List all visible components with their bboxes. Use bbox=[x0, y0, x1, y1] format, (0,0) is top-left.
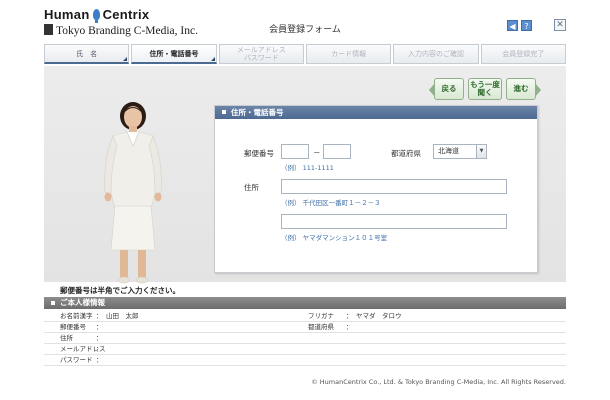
step-tab[interactable]: 入力内容のご確認 bbox=[393, 44, 479, 64]
address-form-panel: 住所・電話番号 郵便番号 － （例） 111-1111 都道府県 北海道 ▼ 住… bbox=[214, 105, 538, 273]
info-value: ヤマダ タロウ bbox=[356, 312, 402, 320]
back-button[interactable]: 戻る bbox=[429, 78, 464, 100]
info-label: 都道府県 bbox=[308, 323, 334, 331]
info-row: メールアドレス： bbox=[44, 344, 566, 355]
next-button[interactable]: 進む bbox=[506, 78, 541, 100]
header: Human Centrix Tokyo Branding C-Media, Inc… bbox=[0, 0, 610, 42]
lightbulb-icon bbox=[92, 9, 100, 23]
postal-code-second-input[interactable] bbox=[323, 144, 351, 159]
info-label: パスワード bbox=[60, 356, 93, 364]
close-icon[interactable]: ✕ bbox=[554, 19, 566, 31]
help-icon[interactable]: ? bbox=[521, 20, 532, 31]
info-colon: ： bbox=[96, 312, 103, 320]
info-row: お名前漢字：山田 太郎 フリガナ：ヤマダ タロウ bbox=[44, 311, 566, 322]
guide-woman-figure bbox=[104, 102, 162, 284]
info-colon: ： bbox=[96, 356, 103, 364]
postal-code-label: 郵便番号 bbox=[244, 149, 274, 158]
postal-code-first-input[interactable] bbox=[281, 144, 309, 159]
customer-info-header: ご本人様情報 bbox=[44, 297, 566, 309]
info-row: 郵便番号 ： 都道府県 ： bbox=[44, 322, 566, 333]
listen-again-button[interactable]: もう一度 聞く bbox=[468, 78, 502, 100]
info-colon: ： bbox=[96, 334, 103, 342]
postal-code-hint: （例） 111-1111 bbox=[281, 164, 334, 172]
speaker-icon[interactable]: ◀ bbox=[507, 20, 518, 31]
step-tab[interactable]: 住所・電話番号 bbox=[131, 44, 217, 64]
address-label: 住所 bbox=[244, 183, 259, 192]
info-row: パスワード： bbox=[44, 355, 566, 366]
step-tab[interactable]: 会員登録完了 bbox=[480, 44, 566, 64]
logo-text-human: Human bbox=[44, 7, 90, 22]
prefecture-label: 都道府県 bbox=[391, 149, 421, 158]
info-colon: ： bbox=[346, 312, 353, 320]
info-label: お名前漢字 bbox=[60, 312, 93, 320]
prefecture-selected-value: 北海道 bbox=[438, 147, 459, 155]
step-navigation: 氏 名住所・電話番号 メールアドレス パスワード カード情報 入力内容のご確認 会員登録… bbox=[44, 44, 566, 64]
info-value: 山田 太郎 bbox=[106, 312, 139, 320]
info-label: フリガナ bbox=[308, 312, 334, 320]
step-tab[interactable]: メールアドレス パスワード bbox=[218, 44, 304, 64]
postal-code-dash: － bbox=[313, 148, 321, 157]
address-line1-hint: （例） 千代田区一番町１－２－３ bbox=[281, 199, 381, 207]
logo-text-centrix: Centrix bbox=[102, 7, 150, 22]
info-colon: ： bbox=[96, 345, 103, 353]
address-line2-hint: （例） ヤマダマンション１０１号室 bbox=[281, 234, 388, 242]
step-tab[interactable]: カード情報 bbox=[305, 44, 392, 64]
chevron-down-icon: ▼ bbox=[476, 145, 486, 158]
logo-humancentrix: Human Centrix bbox=[44, 7, 150, 23]
info-row: 住所 ： bbox=[44, 333, 566, 344]
instruction-message: 郵便番号は半角でご入力ください。 bbox=[60, 286, 180, 295]
step-tab[interactable]: 氏 名 bbox=[44, 44, 130, 64]
info-colon: ： bbox=[346, 323, 353, 331]
address-line2-input[interactable] bbox=[281, 214, 507, 229]
info-label: 住所 bbox=[60, 334, 73, 342]
copyright-footer: © HumanCentrix Co., Ltd. & Tokyo Brandin… bbox=[311, 378, 566, 386]
info-colon: ： bbox=[96, 323, 103, 331]
info-label: 郵便番号 bbox=[60, 323, 86, 331]
panel-title: 住所・電話番号 bbox=[215, 106, 537, 119]
header-icons: ◀ ? bbox=[507, 20, 532, 31]
prefecture-select[interactable]: 北海道 ▼ bbox=[433, 144, 487, 159]
address-line1-input[interactable] bbox=[281, 179, 507, 194]
